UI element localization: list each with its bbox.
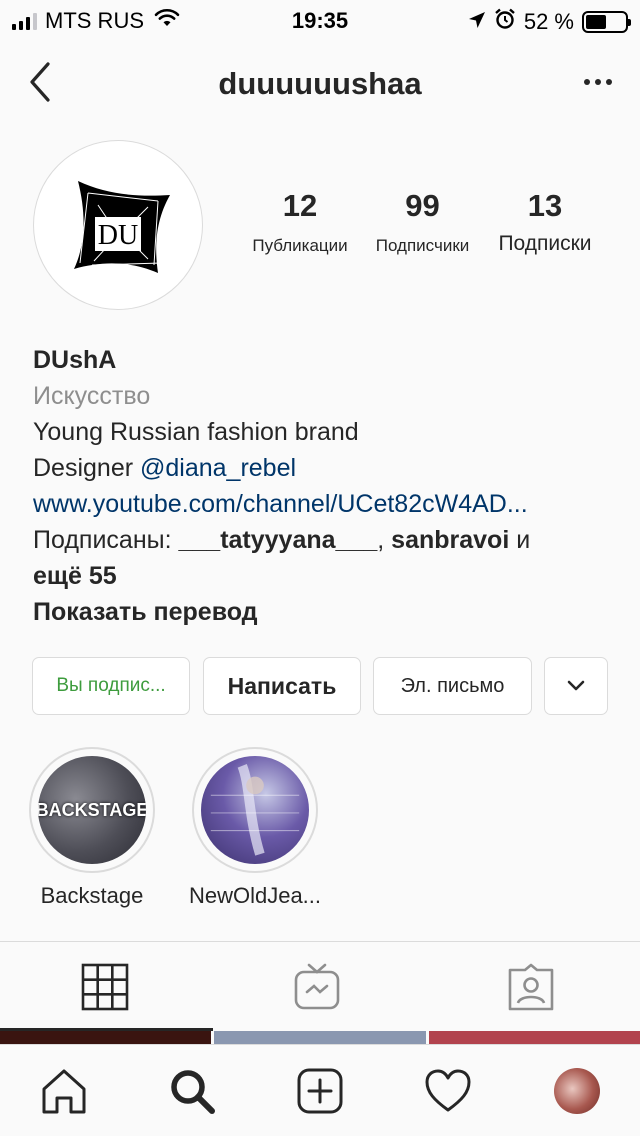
story-highlight[interactable]: NewOldJea... — [189, 747, 321, 909]
highlight-ring: BACKSTAGE — [29, 747, 155, 873]
profile-name: DUshA — [33, 346, 117, 374]
page-title: duuuuuushaa — [218, 66, 422, 101]
post-thumbnail[interactable] — [214, 1031, 426, 1045]
designer-prefix: Designer — [33, 454, 140, 482]
posts-grid — [0, 1031, 640, 1045]
highlight-cover-text: BACKSTAGE — [38, 799, 146, 820]
followed-more[interactable]: ещё 55 — [33, 562, 117, 590]
highlight-label: Backstage — [40, 883, 144, 908]
profile-bio: DUshA Искусство Young Russian fashion br… — [33, 342, 623, 630]
followed-and: и — [509, 526, 531, 554]
grid-icon — [81, 963, 129, 1011]
tab-posts-grid[interactable] — [80, 962, 130, 1012]
stat-following[interactable]: 13 Подписки — [485, 188, 605, 256]
avatar[interactable]: DU — [33, 140, 203, 310]
more-options-button[interactable] — [578, 64, 618, 100]
stat-posts-value: 12 — [282, 188, 318, 223]
nav-profile[interactable] — [553, 1067, 601, 1115]
following-button[interactable]: Вы подпис... — [32, 657, 190, 715]
email-button[interactable]: Эл. письмо — [373, 657, 532, 715]
profile-actions: Вы подпис... Написать Эл. письмо — [32, 657, 608, 715]
profile-category: Искусство — [33, 382, 151, 410]
nav-new-post[interactable] — [296, 1067, 344, 1115]
profile-stats: 12 Публикации 99 Подписчики 13 Подписки — [240, 188, 620, 256]
translate-link[interactable]: Показать перевод — [33, 594, 623, 630]
highlight-cover-image: BACKSTAGE — [38, 756, 146, 864]
tab-igtv[interactable] — [292, 962, 342, 1012]
bio-designer-line: Designer @diana_rebel — [33, 450, 623, 486]
heart-icon — [425, 1069, 471, 1112]
message-button[interactable]: Написать — [203, 657, 361, 715]
stat-followers-value: 99 — [405, 188, 440, 223]
highlight-ring — [192, 747, 318, 873]
stat-following-value: 13 — [527, 188, 563, 223]
tab-tagged[interactable] — [506, 962, 556, 1012]
brand-logo: DU — [74, 181, 170, 273]
followed-by-line[interactable]: Подписаны: ___tatyyyana___, sanbravoi и — [33, 522, 623, 558]
bio-line: Young Russian fashion brand — [33, 418, 359, 446]
followed-separator: , — [377, 526, 392, 554]
profile-header: duuuuuushaa — [0, 50, 640, 114]
followed-user-1[interactable]: ___tatyyyana___ — [178, 526, 377, 554]
highlight-cover-image — [201, 756, 309, 864]
profile-tabs — [0, 942, 640, 1030]
stat-posts[interactable]: 12 Публикации — [240, 188, 360, 256]
status-bar: MTS RUS 19:35 52 % — [0, 0, 640, 40]
stat-followers[interactable]: 99 Подписчики — [360, 188, 485, 256]
chevron-down-icon — [567, 680, 585, 691]
battery-icon — [582, 11, 631, 33]
followed-user-2[interactable]: sanbravoi — [391, 526, 509, 554]
nav-home[interactable] — [40, 1067, 88, 1115]
home-icon — [42, 1069, 86, 1114]
battery-percent: 52 % — [523, 9, 574, 34]
stat-posts-label: Публикации — [252, 236, 348, 255]
alarm-clock-icon — [494, 8, 516, 36]
translate-label: Показать перевод — [33, 598, 258, 626]
highlight-label: NewOldJea... — [188, 883, 322, 908]
tagged-icon — [508, 963, 554, 1011]
location-arrow-icon — [468, 9, 486, 35]
highlight-cover-collage — [210, 763, 300, 856]
nav-search[interactable] — [168, 1067, 216, 1115]
search-icon — [171, 1070, 215, 1114]
stat-followers-label: Подписчики — [375, 236, 470, 255]
post-thumbnail[interactable] — [0, 1031, 212, 1045]
add-post-icon — [297, 1068, 343, 1114]
avatar-text: DU — [98, 220, 138, 251]
status-right: 52 % — [468, 8, 631, 36]
stat-following-label: Подписки — [498, 232, 592, 255]
designer-mention-link[interactable]: @diana_rebel — [140, 454, 296, 482]
igtv-icon — [294, 963, 340, 1010]
followed-prefix: Подписаны: — [33, 526, 179, 554]
story-highlight[interactable]: BACKSTAGE Backstage — [29, 747, 155, 909]
profile-avatar — [554, 1068, 600, 1114]
more-dots-icon — [584, 79, 590, 85]
website-link[interactable]: www.youtube.com/channel/UCet82cW4AD... — [33, 486, 623, 522]
post-thumbnail[interactable] — [428, 1031, 640, 1045]
bottom-navigation — [0, 1044, 640, 1136]
followed-more-line[interactable]: ещё 55 — [33, 558, 623, 594]
nav-activity[interactable] — [424, 1067, 472, 1115]
suggestions-dropdown-button[interactable] — [544, 657, 608, 715]
